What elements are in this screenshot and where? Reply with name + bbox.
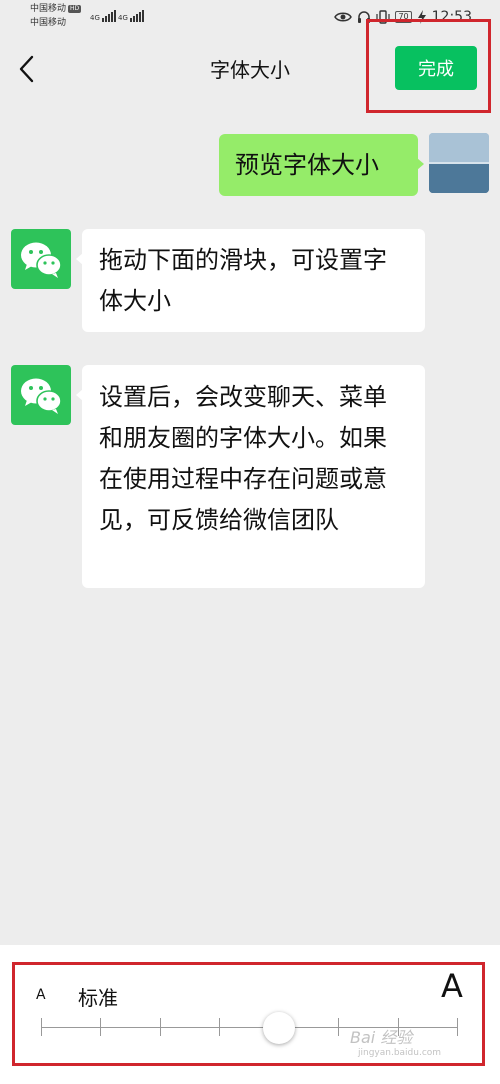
watermark-brand: Bai 经验: [350, 1028, 413, 1047]
wechat-logo-icon: [21, 378, 62, 414]
message-text: 拖动下面的滑块，可设置字体大小: [99, 246, 387, 315]
sea-photo: [429, 133, 489, 193]
message-bubble: 设置后，会改变聊天、菜单和朋友圈的字体大小。如果在使用过程中存在问题或意见，可反…: [76, 365, 425, 588]
wechat-logo-icon: [21, 242, 62, 278]
watermark-url: jingyan.baidu.com: [358, 1048, 442, 1058]
hd-badge: HD: [68, 4, 82, 13]
done-highlight-box: [366, 19, 491, 113]
signal-1-icon: 4G: [90, 10, 117, 22]
carrier-1: 中国移动 HD: [30, 4, 82, 15]
wechat-avatar: [11, 365, 71, 425]
message-bubble: 拖动下面的滑块，可设置字体大小: [76, 229, 425, 332]
carrier-2-label: 中国移动: [30, 18, 67, 28]
user-avatar: [429, 133, 489, 193]
carrier-1-label: 中国移动: [30, 4, 67, 14]
preview-message-bubble: 预览字体大小: [219, 134, 424, 196]
signal-2-icon: 4G: [118, 10, 145, 22]
preview-message-text: 预览字体大小: [235, 151, 379, 179]
baidu-watermark: Bai 经验 jingyan.baidu.com: [350, 1024, 441, 1058]
signal-1-label: 4G: [90, 14, 100, 22]
wechat-avatar: [11, 229, 71, 289]
signal-2-label: 4G: [118, 14, 128, 22]
message-text: 设置后，会改变聊天、菜单和朋友圈的字体大小。如果在使用过程中存在问题或意见，可反…: [99, 383, 387, 534]
eye-icon: [334, 12, 353, 22]
